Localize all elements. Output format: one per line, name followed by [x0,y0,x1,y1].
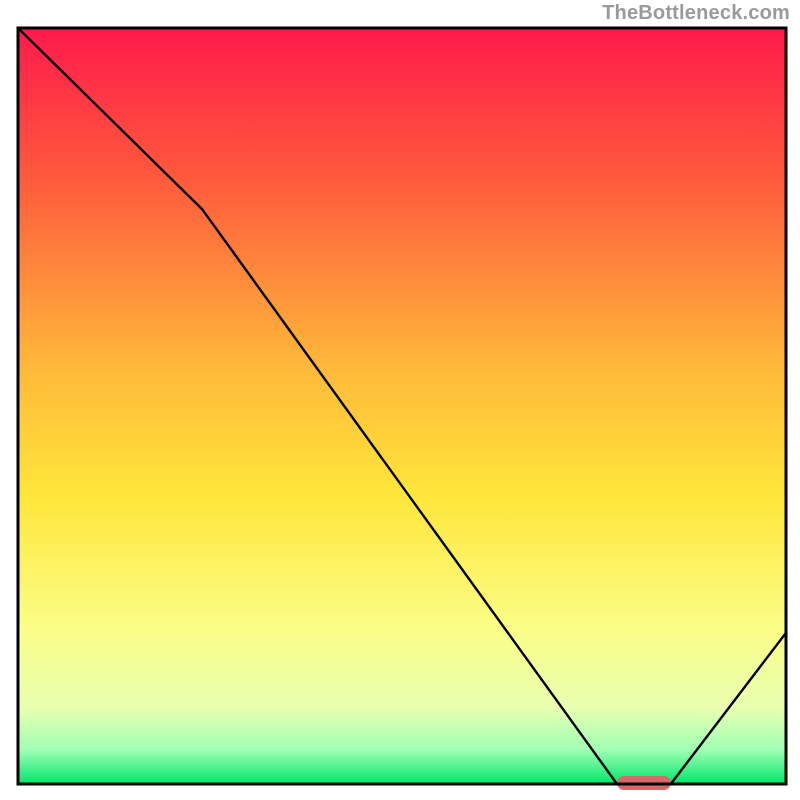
watermark-label: TheBottleneck.com [602,2,790,25]
chart-root: TheBottleneck.com [0,0,800,800]
bottleneck-chart [0,0,800,800]
